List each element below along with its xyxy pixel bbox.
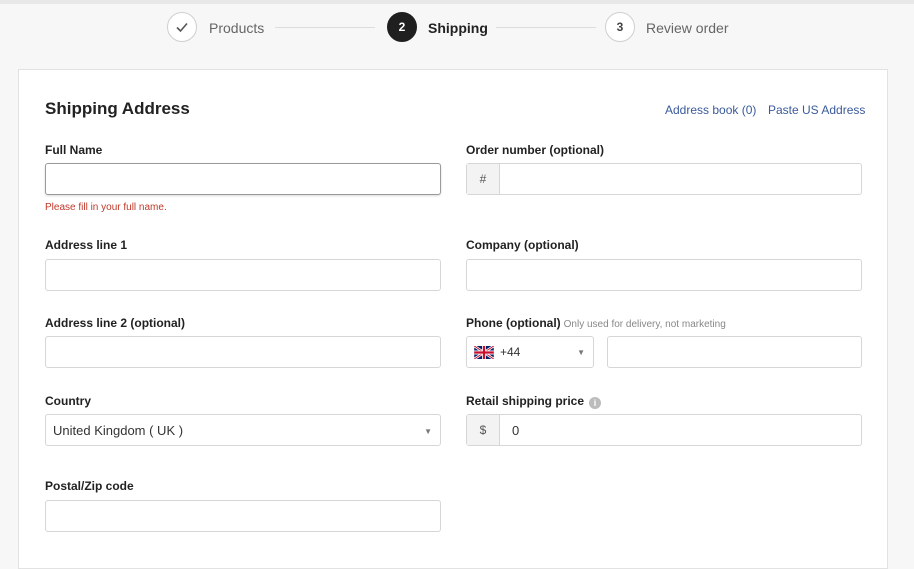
phone-label-text: Phone (optional) xyxy=(466,316,561,330)
checkout-stepper: Products 2 Shipping 3 Review order xyxy=(0,4,914,52)
step-review-number[interactable]: 3 xyxy=(605,12,635,42)
step-connector xyxy=(496,27,596,28)
phone-country-select[interactable]: +44 ▼ xyxy=(466,336,594,368)
address-line-1-label: Address line 1 xyxy=(45,238,128,252)
step-shipping-number[interactable]: 2 xyxy=(387,12,417,42)
country-value: United Kingdom ( UK ) xyxy=(53,422,184,438)
address-line-2-field[interactable] xyxy=(45,336,441,368)
postal-code-field[interactable] xyxy=(45,500,441,532)
dollar-prefix: $ xyxy=(467,415,500,445)
step-shipping-label[interactable]: Shipping xyxy=(428,19,488,37)
order-number-field[interactable]: # xyxy=(466,163,862,195)
page-title: Shipping Address xyxy=(45,99,190,118)
retail-shipping-price-value[interactable]: 0 xyxy=(500,415,861,445)
shipping-address-card: Shipping Address Address book (0) Paste … xyxy=(18,69,888,569)
step-connector xyxy=(275,27,375,28)
retail-shipping-price-label: Retail shipping price i xyxy=(466,394,602,409)
company-label: Company (optional) xyxy=(466,238,579,252)
retail-shipping-price-text: Retail shipping price xyxy=(466,394,585,408)
phone-hint: Only used for delivery, not marketing xyxy=(563,319,726,330)
address-book-link[interactable]: Address book (0) xyxy=(665,103,756,117)
country-select[interactable]: United Kingdom ( UK ) ▼ xyxy=(45,414,441,446)
address-line-2-label: Address line 2 (optional) xyxy=(45,316,186,330)
step-products-label[interactable]: Products xyxy=(209,19,264,37)
chevron-down-icon: ▼ xyxy=(424,427,432,436)
step-review-label[interactable]: Review order xyxy=(646,19,728,37)
address-line-1-field[interactable] xyxy=(45,259,441,291)
order-number-value[interactable] xyxy=(500,164,861,194)
country-label: Country xyxy=(45,394,91,408)
postal-code-label: Postal/Zip code xyxy=(45,479,134,493)
uk-flag-icon xyxy=(474,345,494,359)
phone-label: Phone (optional) Only used for delivery, … xyxy=(466,316,726,330)
full-name-field[interactable] xyxy=(45,163,441,195)
company-field[interactable] xyxy=(466,259,862,291)
chevron-down-icon: ▼ xyxy=(577,348,585,357)
paste-us-address-link[interactable]: Paste US Address xyxy=(768,103,865,117)
full-name-label: Full Name xyxy=(45,143,103,157)
order-number-label: Order number (optional) xyxy=(466,143,604,157)
phone-number-field[interactable] xyxy=(607,336,862,368)
info-icon[interactable]: i xyxy=(589,397,602,409)
step-products-check-icon[interactable] xyxy=(167,12,197,42)
full-name-error: Please fill in your full name. xyxy=(45,202,167,213)
dial-code: +44 xyxy=(500,345,521,359)
retail-shipping-price-field[interactable]: $ 0 xyxy=(466,414,862,446)
hash-prefix: # xyxy=(467,164,500,194)
